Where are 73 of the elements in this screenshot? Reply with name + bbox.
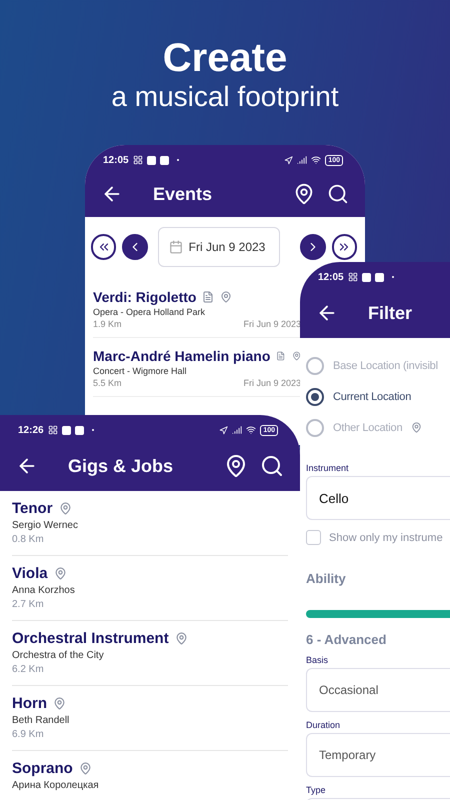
grid-icon	[48, 425, 58, 435]
map-pin-icon	[53, 697, 66, 710]
location-arrow-icon	[284, 156, 294, 164]
screen-title: Gigs & Jobs	[68, 456, 174, 476]
event-venue: Opera - Opera Holland Park	[93, 307, 206, 317]
event-distance: 1.9 Km	[93, 319, 122, 329]
map-pin-icon[interactable]	[224, 454, 248, 478]
checkbox[interactable]	[306, 530, 321, 545]
gig-subtitle: Арина Королецкая	[12, 780, 100, 791]
signal-icon	[232, 425, 242, 435]
status-time: 12:26	[18, 424, 44, 436]
wifi-icon	[311, 155, 322, 165]
map-pin-icon	[78, 762, 92, 775]
headline-subtitle: a musical footprint	[111, 80, 339, 114]
field-label: Basis	[306, 655, 330, 665]
gig-title[interactable]: Viola	[12, 565, 48, 582]
gig-distance: 2.7 Km	[12, 599, 45, 610]
gig-title[interactable]: Horn	[12, 695, 47, 712]
gig-subtitle: Sergio Wernec	[12, 520, 79, 531]
screen-title: Filter	[368, 302, 412, 324]
gig-subtitle: Beth Randell	[12, 715, 70, 726]
gig-title[interactable]: Soprano	[12, 760, 73, 777]
document-icon	[202, 291, 214, 303]
map-pin-icon	[58, 502, 72, 515]
grid-icon	[132, 155, 143, 165]
wifi-icon	[246, 425, 256, 435]
ability-slider-fill[interactable]	[306, 610, 450, 618]
event-date: Fri Jun 9 2023	[243, 319, 301, 329]
radio-button[interactable]	[306, 356, 324, 374]
gig-subtitle: Anna Korzhos	[12, 585, 76, 596]
gig-distance: 0.8 Km	[12, 534, 45, 545]
field-label: Instrument	[306, 463, 350, 473]
date-field[interactable]: Fri Jun 9 2023	[158, 227, 280, 267]
instrument-field[interactable]: Cello	[306, 476, 450, 520]
first-page-button[interactable]	[91, 234, 116, 260]
select-field[interactable]: Temporary	[306, 733, 450, 777]
screen-title: Events	[153, 184, 212, 204]
radio-button[interactable]	[306, 388, 324, 406]
gig-title[interactable]: Tenor	[12, 500, 53, 517]
map-pin-icon	[174, 632, 188, 645]
gig-distance: 6.9 Km	[12, 729, 45, 740]
gig-title[interactable]: Orchestral Instrument	[12, 630, 169, 647]
previous-button[interactable]	[122, 234, 148, 260]
radio-button[interactable]	[306, 418, 324, 436]
event-distance: 5.5 Km	[93, 378, 122, 388]
location-option[interactable]: Current Location	[333, 390, 412, 402]
field-label: Type	[306, 785, 327, 795]
search-icon[interactable]	[260, 454, 284, 478]
map-pin-icon[interactable]	[293, 183, 315, 205]
signal-icon	[297, 155, 308, 165]
event-date: Fri Jun 9 2023	[243, 378, 301, 388]
map-pin-icon	[292, 350, 301, 362]
map-pin-icon	[220, 291, 232, 303]
calendar-icon	[168, 240, 183, 254]
map-pin-icon	[54, 567, 67, 580]
next-button[interactable]	[300, 234, 326, 260]
search-icon[interactable]	[327, 183, 349, 205]
event-title[interactable]: Marc-André Hamelin piano	[93, 348, 270, 364]
gig-distance: 6.2 Km	[12, 664, 45, 675]
ability-value: 6 - Advanced	[306, 632, 388, 647]
gig-subtitle: Orchestra of the City	[12, 650, 105, 661]
status-time: 12:05	[318, 272, 344, 282]
select-field[interactable]: Occasional	[306, 668, 450, 712]
field-label: Duration	[306, 720, 342, 730]
document-icon	[276, 350, 286, 362]
grid-icon	[348, 272, 358, 282]
status-time: 12:05	[103, 154, 129, 166]
last-page-button[interactable]	[332, 234, 357, 260]
event-title[interactable]: Verdi: Rigoletto	[93, 289, 196, 305]
event-venue: Concert - Wigmore Hall	[93, 366, 188, 376]
headline-title: Create	[162, 36, 288, 80]
location-arrow-icon	[219, 426, 228, 434]
section-heading: Ability	[306, 571, 347, 586]
